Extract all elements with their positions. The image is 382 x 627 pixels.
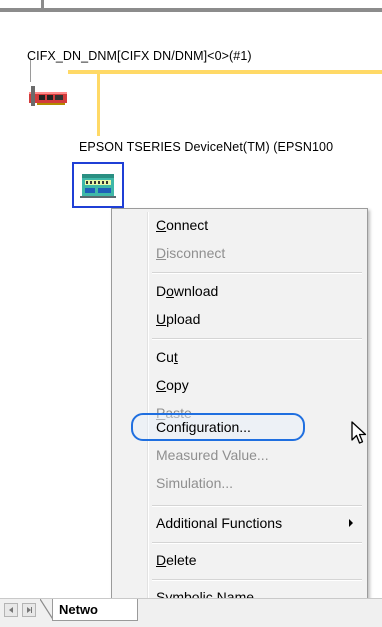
tab-scroll-left-button[interactable] (4, 603, 18, 617)
device-context-menu: Connect Disconnect Download Upload Cut C… (111, 208, 368, 613)
menu-item-delete[interactable]: Delete (116, 546, 363, 574)
menu-item-connect[interactable]: Connect (116, 211, 363, 239)
menu-separator (152, 579, 362, 581)
chevron-right-icon (27, 607, 32, 613)
network-card-icon[interactable] (27, 84, 69, 108)
menu-item-simulation[interactable]: Simulation... (116, 469, 363, 497)
master-device-label: CIFX_DN_DNM[CIFX DN/DNM]<0>(#1) (27, 49, 252, 63)
menu-separator (152, 542, 362, 544)
menu-item-copy[interactable]: Copy (116, 371, 363, 399)
tab-network[interactable]: Netwo (52, 599, 138, 621)
menu-item-measured-value[interactable]: Measured Value... (116, 441, 363, 469)
devicenet-drop-line (97, 74, 100, 136)
menu-item-cut[interactable]: Cut (116, 343, 363, 371)
menu-separator (152, 338, 362, 340)
slave-device-label: EPSON TSERIES DeviceNet(TM) (EPSN100 (79, 140, 334, 154)
mouse-pointer-icon (351, 421, 367, 444)
submenu-arrow-icon (349, 519, 353, 527)
network-view-canvas[interactable]: CIFX_DN_DNM[CIFX DN/DNM]<0>(#1) EPSON TS… (0, 0, 382, 627)
selected-slave-device[interactable] (72, 162, 124, 208)
menu-item-additional-functions[interactable]: Additional Functions (116, 509, 363, 537)
view-tab-strip: Netwo (0, 598, 382, 627)
chevron-left-icon (9, 607, 13, 613)
devicenet-bus-line (68, 70, 382, 74)
bus-drop-line (41, 0, 44, 12)
menu-separator (152, 505, 362, 507)
tab-scroll-right-button[interactable] (22, 603, 36, 617)
ethernet-bus-line (0, 8, 382, 12)
menu-item-disconnect[interactable]: Disconnect (116, 239, 363, 267)
devicenet-device-icon (80, 174, 116, 198)
menu-separator (152, 272, 362, 274)
menu-item-configuration[interactable]: Configuration... (116, 413, 363, 441)
menu-item-upload[interactable]: Upload (116, 305, 363, 333)
master-connector-line (30, 60, 31, 82)
menu-item-download[interactable]: Download (116, 277, 363, 305)
